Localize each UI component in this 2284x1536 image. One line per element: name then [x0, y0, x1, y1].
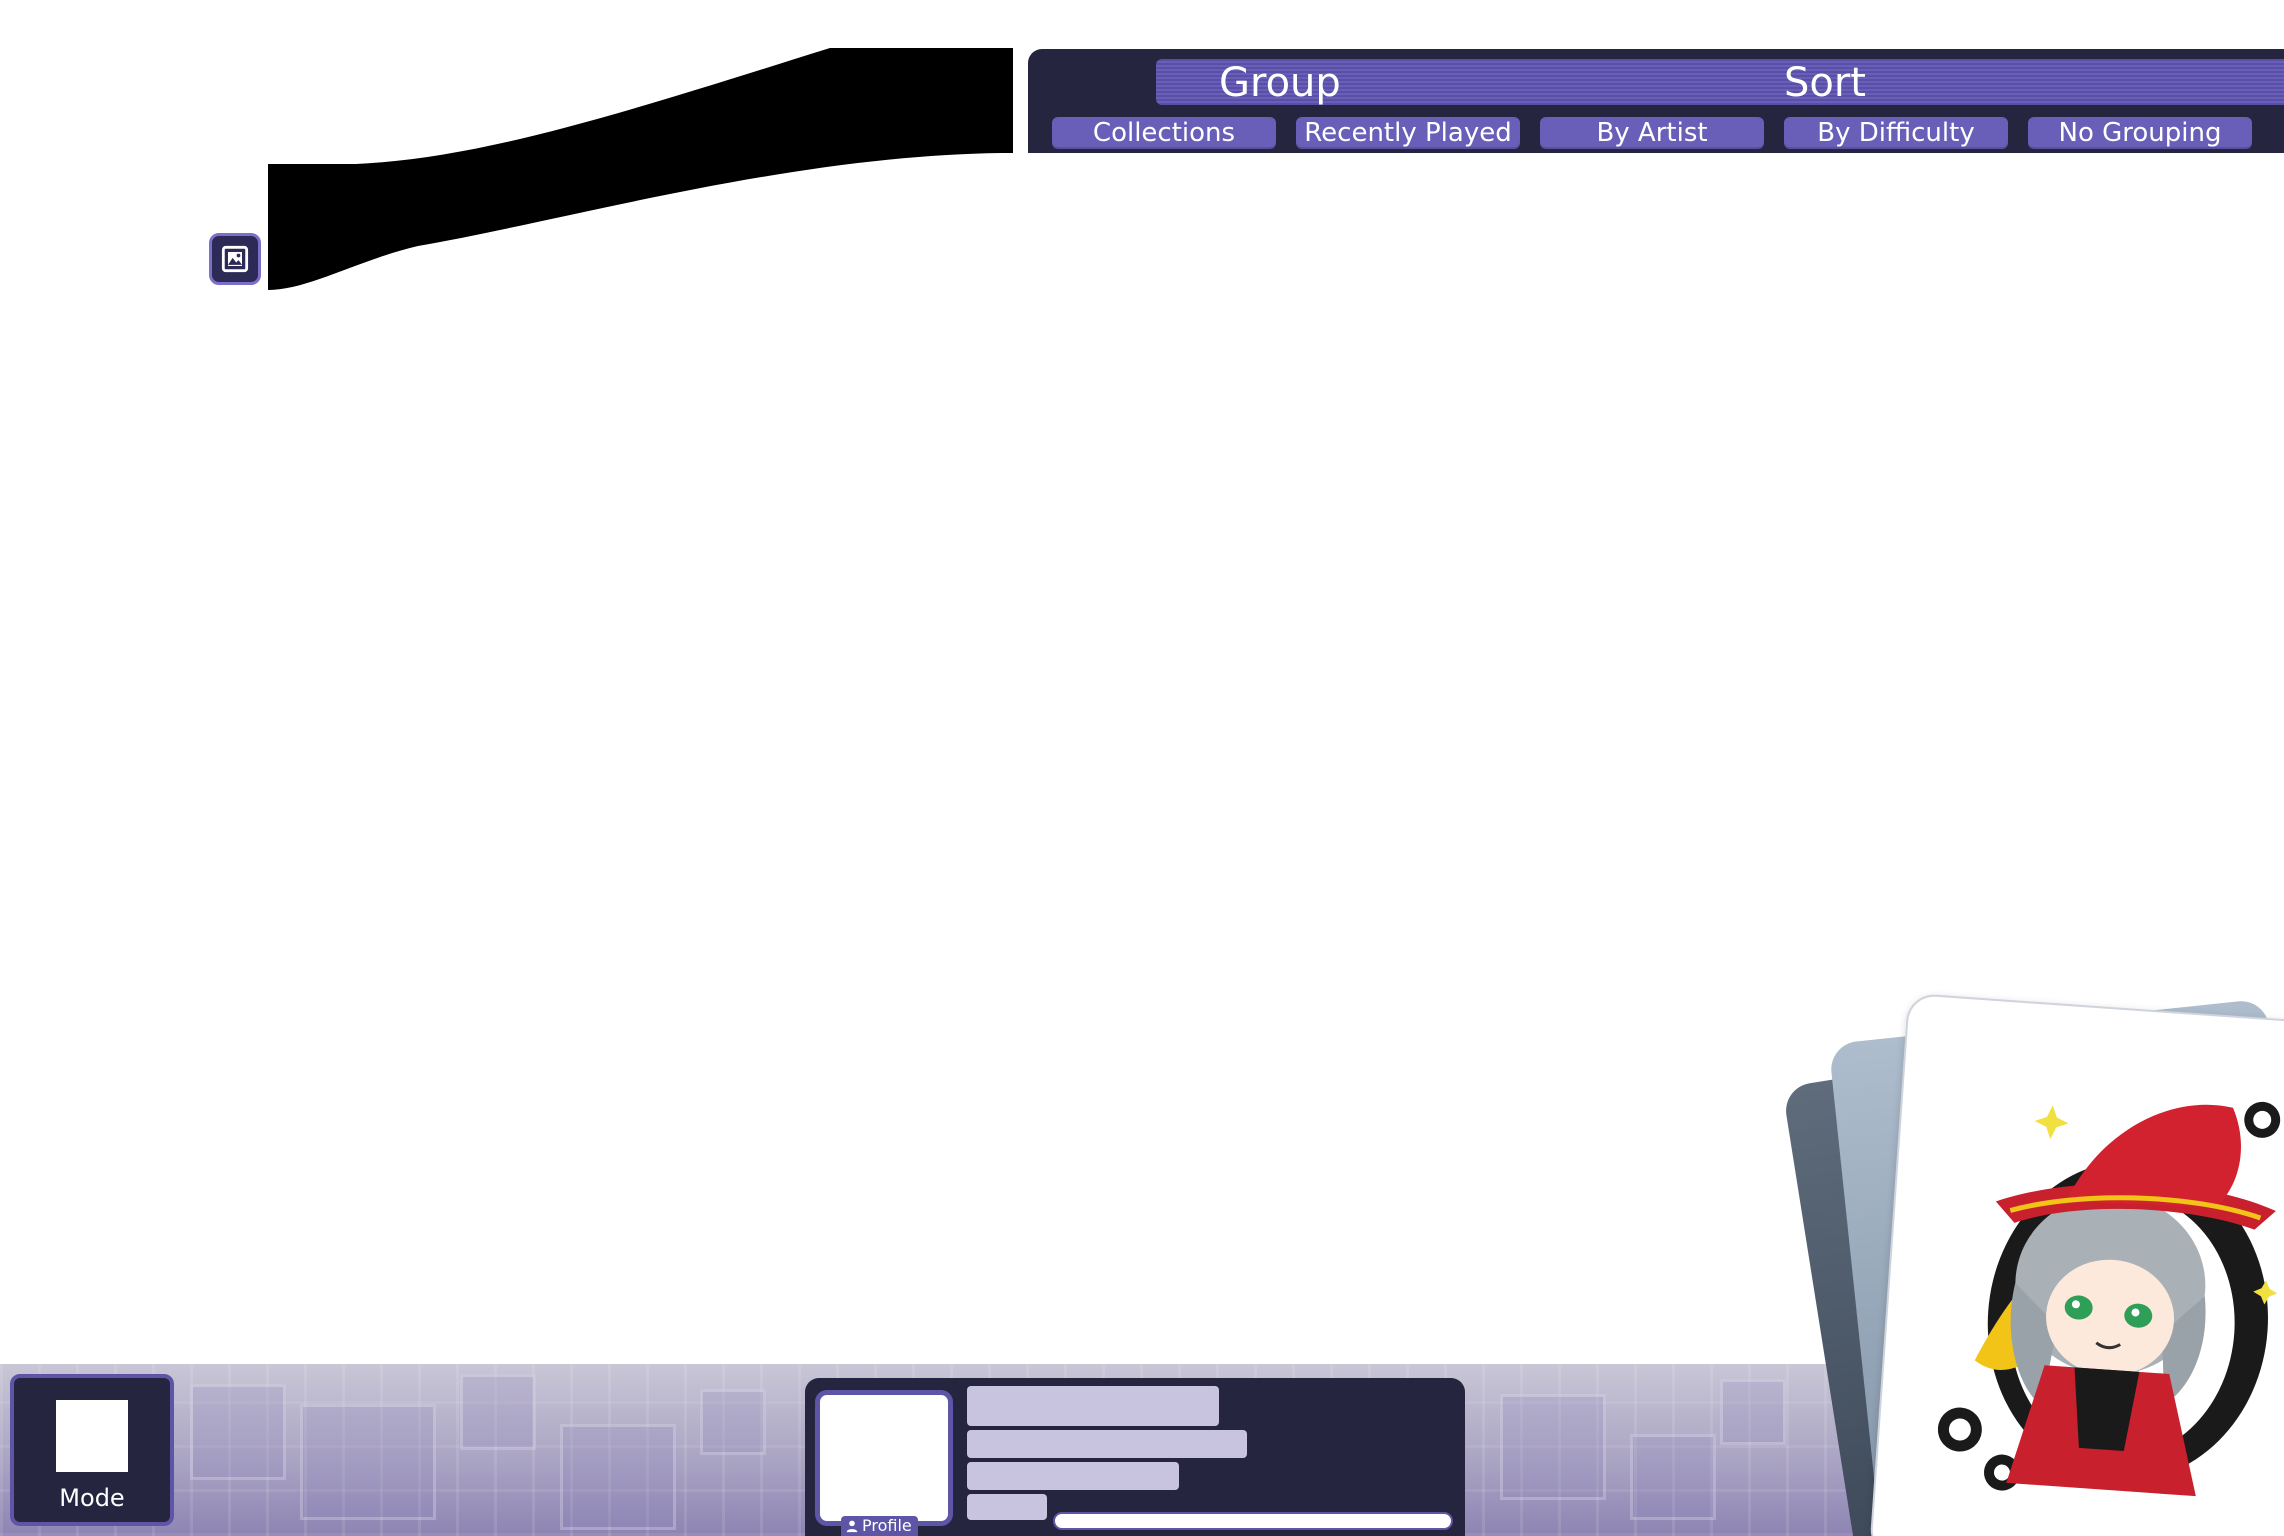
group-sort-panel: Group Sort Collections Recently Played B…	[1028, 49, 2284, 153]
option-by-artist-button[interactable]: By Artist	[1540, 117, 1764, 149]
background-toggle-button[interactable]	[209, 233, 261, 285]
song-select-screen: Group Sort Collections Recently Played B…	[0, 0, 2284, 1536]
wave-shape	[268, 48, 1013, 290]
footer-decoration	[560, 1424, 676, 1530]
sort-title[interactable]: Sort	[1784, 61, 1866, 105]
mode-label: Mode	[59, 1484, 125, 1512]
character-card[interactable]	[1868, 992, 2284, 1536]
mode-icon	[56, 1400, 128, 1472]
level-progress-bar	[1053, 1512, 1453, 1530]
beatmap-info-wave-banner	[268, 48, 1013, 290]
avatar[interactable]	[815, 1390, 953, 1526]
footer-decoration	[1720, 1379, 1786, 1445]
option-recently-played-button[interactable]: Recently Played	[1296, 117, 1520, 149]
info-placeholder-bar	[967, 1430, 1247, 1458]
profile-card[interactable]: Profile	[805, 1378, 1465, 1536]
option-collections-button[interactable]: Collections	[1052, 117, 1276, 149]
option-no-grouping-button[interactable]: No Grouping	[2028, 117, 2252, 149]
profile-label: Profile	[862, 1516, 912, 1535]
footer-decoration	[1500, 1394, 1606, 1500]
level-placeholder-bar	[967, 1494, 1047, 1520]
username-placeholder-bar	[967, 1386, 1219, 1426]
mode-button[interactable]: Mode	[10, 1374, 174, 1526]
footer-decoration	[190, 1384, 286, 1480]
footer-decoration	[300, 1404, 436, 1520]
option-by-difficulty-button[interactable]: By Difficulty	[1784, 117, 2008, 149]
footer-decoration	[1630, 1434, 1716, 1520]
person-icon	[846, 1520, 858, 1533]
character-card-stack	[1782, 970, 2284, 1536]
info-placeholder-bar	[967, 1462, 1179, 1490]
footer-decoration	[700, 1389, 766, 1455]
footer-decoration	[460, 1374, 536, 1450]
image-icon	[221, 245, 249, 273]
group-sort-header: Group Sort	[1156, 59, 2284, 105]
profile-tag[interactable]: Profile	[841, 1516, 918, 1536]
group-title[interactable]: Group	[1219, 61, 1341, 105]
grouping-options: Collections Recently Played By Artist By…	[1052, 117, 2252, 149]
witch-character-illustration	[1937, 1101, 2281, 1497]
